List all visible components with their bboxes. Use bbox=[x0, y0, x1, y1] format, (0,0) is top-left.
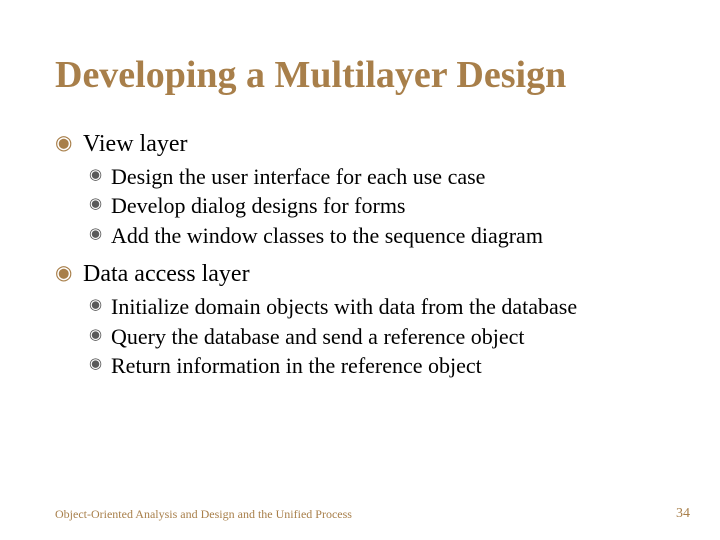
list-item: ◉ Return information in the reference ob… bbox=[55, 352, 665, 380]
section-items: ◉ Design the user interface for each use… bbox=[55, 163, 665, 250]
bullet-icon: ◉ bbox=[55, 131, 72, 156]
bullet-icon: ◉ bbox=[55, 261, 72, 286]
page-number: 34 bbox=[676, 506, 690, 522]
bullet-icon: ◉ bbox=[89, 195, 102, 214]
list-item: ◉ Develop dialog designs for forms bbox=[55, 192, 665, 220]
slide-title: Developing a Multilayer Design bbox=[55, 55, 665, 97]
bullet-icon: ◉ bbox=[89, 355, 102, 374]
list-item-text: Add the window classes to the sequence d… bbox=[111, 223, 543, 248]
bullet-icon: ◉ bbox=[89, 166, 102, 185]
bullet-icon: ◉ bbox=[89, 296, 102, 315]
bullet-icon: ◉ bbox=[89, 326, 102, 345]
footer-text: Object-Oriented Analysis and Design and … bbox=[55, 507, 352, 522]
list-item-text: Return information in the reference obje… bbox=[111, 353, 482, 378]
section-items: ◉ Initialize domain objects with data fr… bbox=[55, 293, 665, 380]
list-item-text: Design the user interface for each use c… bbox=[111, 164, 485, 189]
list-item: ◉ Add the window classes to the sequence… bbox=[55, 222, 665, 250]
bullet-icon: ◉ bbox=[89, 225, 102, 244]
list-item-text: Initialize domain objects with data from… bbox=[111, 294, 577, 319]
list-item: ◉ Query the database and send a referenc… bbox=[55, 323, 665, 351]
section-heading: ◉ Data access layer bbox=[55, 259, 665, 289]
section-heading-text: View layer bbox=[83, 131, 188, 157]
list-item: ◉ Initialize domain objects with data fr… bbox=[55, 293, 665, 321]
slide: Developing a Multilayer Design ◉ View la… bbox=[0, 0, 720, 540]
list-item: ◉ Design the user interface for each use… bbox=[55, 163, 665, 191]
list-item-text: Develop dialog designs for forms bbox=[111, 193, 406, 218]
section-heading-text: Data access layer bbox=[83, 261, 250, 287]
list-item-text: Query the database and send a reference … bbox=[111, 324, 525, 349]
section-heading: ◉ View layer bbox=[55, 129, 665, 159]
